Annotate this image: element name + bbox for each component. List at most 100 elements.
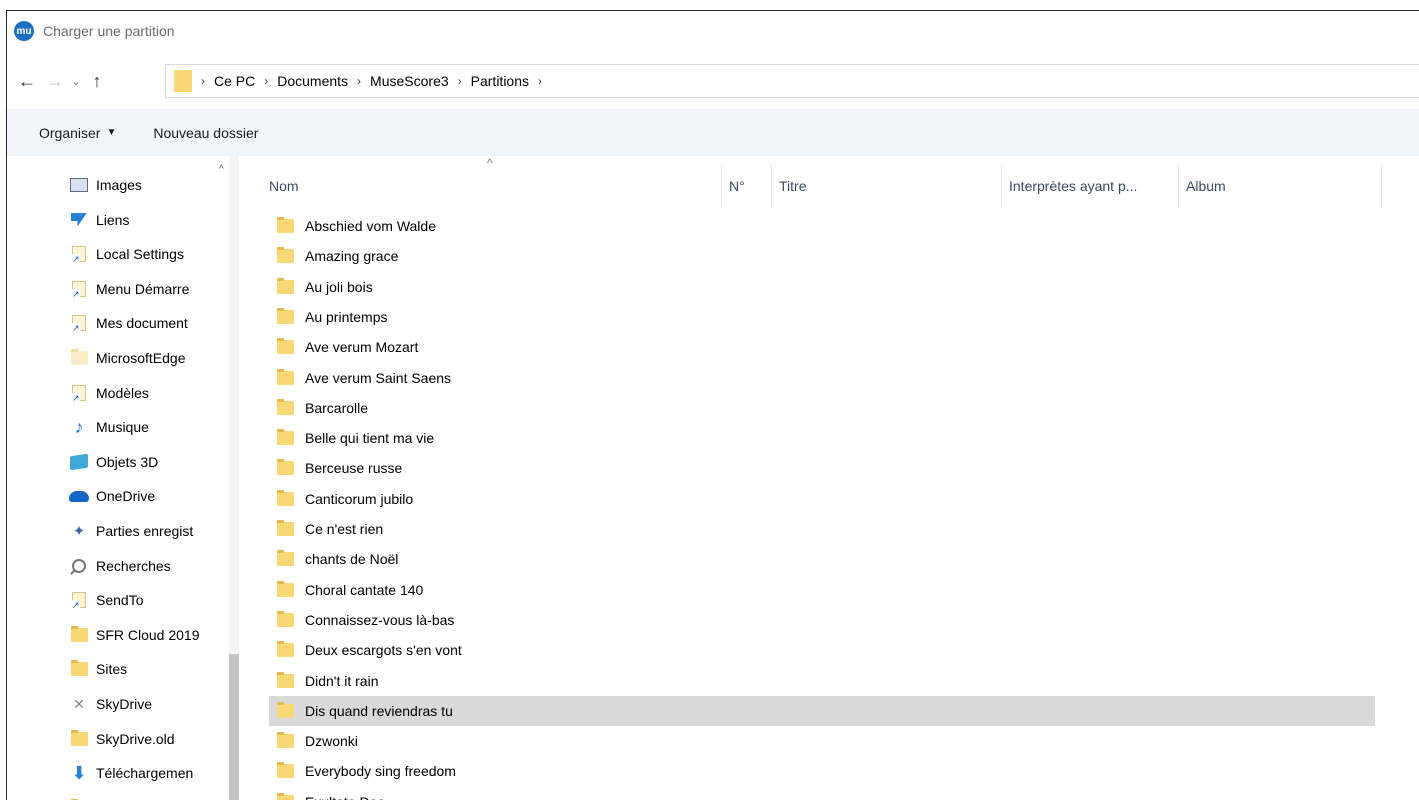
sidebar-item-label: Recherches	[96, 557, 171, 574]
sidebar-item[interactable]: SkyDrive.old	[69, 724, 229, 754]
sidebar-item[interactable]: Images	[69, 170, 229, 200]
address-bar[interactable]: › Ce PC › Documents › MuseScore3 › Parti…	[165, 64, 1419, 98]
file-row[interactable]: Deux escargots s'en vont	[269, 635, 1375, 665]
file-row[interactable]: Au printemps	[269, 302, 1375, 332]
file-row[interactable]: chants de Noël	[269, 544, 1375, 574]
back-arrow-icon[interactable]: ←	[15, 67, 39, 95]
file-row[interactable]: Barcarolle	[269, 393, 1375, 423]
breadcrumb-separator[interactable]: ›	[538, 74, 542, 88]
file-row[interactable]: Ave verum Saint Saens	[269, 363, 1375, 393]
file-row[interactable]: Dzwonki	[269, 726, 1375, 756]
folder-icon	[277, 580, 294, 597]
sidebar-item[interactable]: Sites	[69, 654, 229, 684]
breadcrumb-separator[interactable]: ›	[357, 74, 361, 88]
sidebar-item[interactable]: Liens	[69, 205, 229, 235]
sidebar-item-label: SendTo	[96, 592, 144, 609]
sidebar-item-label: SkyDrive.old	[96, 730, 175, 747]
folder-icon	[277, 732, 294, 749]
breadcrumb-documents[interactable]: Documents	[277, 73, 348, 89]
file-row[interactable]: Ce n'est rien	[269, 514, 1375, 544]
sidebar-item[interactable]: ⬇ Téléchargemen	[69, 758, 229, 788]
column-header-artists[interactable]: Interprètes ayant p...	[1002, 164, 1179, 208]
organise-label: Organiser	[39, 124, 101, 141]
sidebar-item-label: Images	[96, 177, 142, 193]
file-name: Everybody sing freedom	[305, 763, 456, 780]
shortcut-icon	[69, 280, 89, 299]
sidebar-item-label: Parties enregist	[96, 523, 194, 539]
file-row[interactable]: Amazing grace	[269, 241, 1375, 271]
sidebar-item[interactable]: SendTo	[69, 585, 229, 615]
sidebar-item[interactable]: ✦ Parties enregist	[69, 516, 229, 546]
breadcrumb-musescore3[interactable]: MuseScore3	[370, 73, 449, 89]
folder-icon	[277, 217, 294, 233]
file-name: Deux escargots s'en vont	[305, 642, 462, 659]
sidebar-item[interactable]: ♪ Musique	[69, 412, 229, 442]
sidebar-item-label: SkyDrive	[96, 696, 153, 712]
folder-icon	[277, 762, 294, 779]
breadcrumb-separator[interactable]: ›	[201, 74, 205, 88]
breadcrumb-this-pc[interactable]: Ce PC	[214, 73, 255, 89]
file-row[interactable]: Ave verum Mozart	[269, 332, 1375, 362]
file-row[interactable]: Au joli bois	[269, 272, 1375, 302]
file-name: Berceuse russe	[305, 460, 403, 477]
file-name: Choral cantate 140	[305, 581, 424, 598]
file-row[interactable]: Berceuse russe	[269, 453, 1375, 483]
breadcrumb-separator[interactable]: ›	[458, 74, 462, 88]
up-arrow-icon[interactable]: ↑	[85, 67, 109, 95]
folder-icon	[277, 641, 294, 658]
file-row[interactable]: Didn't it rain	[269, 666, 1375, 696]
sidebar-item-label: OneDrive	[96, 488, 156, 505]
recent-locations-chevron-icon[interactable]: ⌄	[67, 67, 85, 95]
sidebar-item[interactable]: TOSHIBA	[69, 793, 229, 800]
organise-button[interactable]: Organiser ▼	[39, 125, 116, 141]
command-toolbar: Organiser ▼ Nouveau dossier	[7, 109, 1419, 156]
file-list[interactable]: ^ Nom N° Titre Interprètes ayant p... Al…	[239, 156, 1419, 800]
file-name: Exultate Deo	[305, 794, 385, 800]
folder-pale-icon	[69, 349, 89, 367]
navigation-row: ← → ⌄ ↑ › Ce PC › Documents › MuseScore3…	[7, 64, 1419, 98]
column-header-number[interactable]: N°	[722, 164, 772, 208]
folder-icon	[277, 550, 294, 567]
shortcut-icon	[69, 384, 89, 403]
column-header-title[interactable]: Titre	[772, 164, 1002, 208]
file-row[interactable]: Abschied vom Walde	[269, 211, 1375, 241]
file-row[interactable]: Exultate Deo	[269, 787, 1375, 800]
sidebar-item[interactable]: ✕ SkyDrive	[69, 689, 229, 719]
breadcrumb-separator[interactable]: ›	[264, 74, 268, 88]
sidebar-item-label: Menu Démarre	[96, 280, 190, 297]
shortcut-icon	[69, 591, 89, 611]
sidebar-item[interactable]: Recherches	[69, 551, 229, 581]
file-row[interactable]: Canticorum jubilo	[269, 484, 1375, 514]
sidebar-item[interactable]: Mes document	[69, 308, 229, 338]
file-row[interactable]: Dis quand reviendras tu	[269, 695, 1375, 726]
file-row[interactable]: Connaissez-vous là-bas	[269, 605, 1375, 635]
file-name: Amazing grace	[305, 248, 399, 265]
sidebar-item[interactable]: Local Settings	[69, 239, 229, 269]
column-header-name[interactable]: Nom	[262, 164, 722, 208]
column-headers: Nom N° Titre Interprètes ayant p... Albu…	[239, 164, 1419, 208]
new-folder-button[interactable]: Nouveau dossier	[153, 125, 258, 141]
file-name: Canticorum jubilo	[305, 490, 414, 507]
file-name: Abschied vom Walde	[305, 218, 436, 234]
folder-icon	[277, 610, 294, 627]
column-header-album[interactable]: Album	[1179, 164, 1382, 208]
sidebar-item[interactable]: Modèles	[69, 378, 229, 408]
shortcut-icon	[69, 314, 89, 334]
puzzle-icon: ✦	[72, 523, 86, 540]
file-row[interactable]: Belle qui tient ma vie	[269, 423, 1375, 453]
sidebar-scrollbar-thumb[interactable]	[229, 654, 239, 800]
breadcrumb-partitions[interactable]: Partitions	[471, 73, 529, 89]
sidebar-item[interactable]: Objets 3D	[69, 447, 229, 477]
file-name: Connaissez-vous là-bas	[305, 611, 455, 628]
file-row[interactable]: Everybody sing freedom	[269, 756, 1375, 786]
file-row[interactable]: Choral cantate 140	[269, 575, 1375, 605]
forward-arrow-icon[interactable]: →	[43, 67, 67, 95]
navigation-pane[interactable]: ^ ImagesLiensLocal SettingsMenu DémarreM…	[7, 156, 239, 800]
sidebar-item[interactable]: MicrosoftEdge	[69, 343, 229, 373]
file-name: Au printemps	[305, 308, 388, 325]
music-icon: ♪	[74, 416, 84, 437]
sidebar-item[interactable]: SFR Cloud 2019	[69, 620, 229, 650]
sidebar-item[interactable]: OneDrive	[69, 481, 229, 511]
file-dialog-window: mu Charger une partition ← → ⌄ ↑ › Ce PC…	[6, 10, 1419, 800]
sidebar-item[interactable]: Menu Démarre	[69, 274, 229, 304]
